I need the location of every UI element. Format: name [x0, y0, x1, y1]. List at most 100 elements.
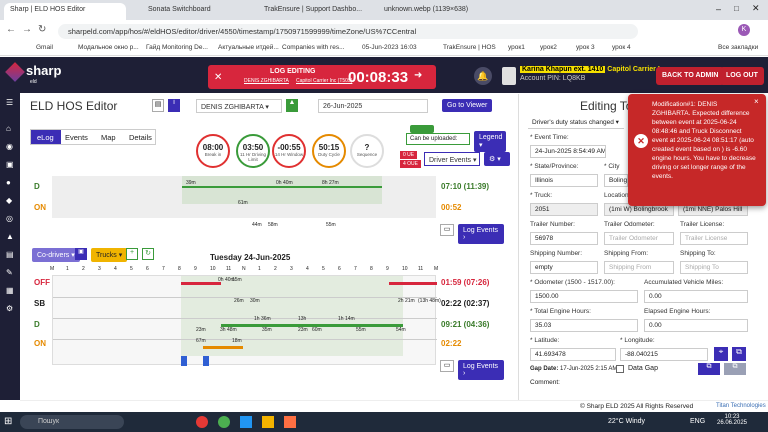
engine-hours-input[interactable]: 35.03	[530, 319, 638, 332]
bookmark-item[interactable]: Gmail	[36, 44, 53, 51]
bookmark-item[interactable]: Гайд Monitoring De...	[146, 44, 208, 51]
comment-icon[interactable]: ▭	[440, 360, 454, 372]
comment-icon[interactable]: ▭	[440, 224, 454, 236]
close-icon[interactable]: ×	[754, 97, 759, 106]
legend-button[interactable]: Legend ▾	[474, 131, 506, 152]
bell-icon[interactable]: 🔔	[474, 67, 492, 85]
bookmark-item[interactable]: 05-Jun-2023 16:03	[362, 44, 417, 51]
wrench-icon[interactable]: ✎	[6, 269, 14, 277]
longitude-input[interactable]: -88.040215	[620, 348, 708, 361]
document-icon[interactable]: ▤	[6, 251, 14, 259]
info-icon[interactable]: i	[168, 99, 180, 112]
tab-trakensure[interactable]: TrakEnsure | Support Dashbo...	[258, 3, 370, 20]
forward-icon[interactable]: →	[22, 24, 32, 35]
trailer-license-input[interactable]: Trailer License	[680, 232, 748, 245]
chrome-icon[interactable]	[218, 416, 230, 428]
forward-icon[interactable]: ➜	[414, 70, 422, 81]
location-icon[interactable]: ◎	[6, 215, 14, 223]
hour-tick: N	[242, 266, 246, 272]
user-icon[interactable]: ●	[6, 179, 14, 187]
tab-unknown-webp[interactable]: unknown.webp (1139×638)	[378, 3, 490, 20]
close-icon[interactable]: ✕	[214, 72, 222, 83]
state-select[interactable]: Illinois	[530, 174, 598, 187]
bookmark-item[interactable]: TrakEnsure | HOS	[443, 44, 496, 51]
reload-icon[interactable]: ↻	[38, 24, 46, 35]
location-pin-icon[interactable]: ⌖	[714, 347, 728, 361]
log-events-button-top[interactable]: Log Events ›	[458, 224, 504, 244]
document-icon[interactable]: ▤	[152, 99, 164, 112]
bookmark-item[interactable]: урок 4	[612, 44, 631, 51]
home-icon[interactable]: ⌂	[6, 125, 14, 133]
bookmark-item[interactable]: Актуальные итдей...	[218, 44, 279, 51]
shipping-from-input[interactable]: Shipping From	[604, 261, 674, 274]
user-icon[interactable]	[502, 67, 516, 85]
logout-button[interactable]: LOG OUT	[720, 67, 764, 85]
close-window-icon[interactable]: ✕	[752, 3, 760, 14]
chrome-icon[interactable]	[196, 416, 208, 428]
add-icon[interactable]: +	[126, 248, 138, 260]
user-icon[interactable]: ▲	[286, 99, 298, 112]
url-input[interactable]: sharpeld.com/app/hos/#/eldHOS/editor/dri…	[58, 24, 638, 39]
elapsed-hours-input[interactable]: 0.00	[644, 319, 748, 332]
tab-map[interactable]: Map	[101, 133, 116, 142]
minimize-icon[interactable]: –	[716, 4, 721, 14]
event-marker[interactable]	[203, 356, 209, 366]
driver-select[interactable]: DENIS ZGHIBARTA ▾	[196, 99, 282, 113]
settings-icon[interactable]: ⚙	[6, 305, 14, 313]
truck-icon[interactable]: ▣	[75, 248, 87, 260]
alert-icon[interactable]: ▲	[6, 233, 14, 241]
tab-details[interactable]: Details	[129, 133, 152, 142]
maximize-icon[interactable]: □	[734, 4, 739, 13]
search-input[interactable]: Пошук	[20, 415, 124, 429]
bookmark-item[interactable]: Модальное окно р...	[78, 44, 139, 51]
go-to-viewer-button[interactable]: Go to Viewer	[442, 99, 493, 112]
event-marker[interactable]	[181, 356, 187, 366]
odometer-input[interactable]: 1500.00	[530, 290, 638, 303]
tab-events[interactable]: Events	[65, 133, 88, 142]
driver-events-select[interactable]: Driver Events ▾	[424, 152, 480, 166]
copy-icon[interactable]: ⧉	[698, 363, 720, 375]
grid-icon[interactable]: ▦	[6, 287, 14, 295]
tab-label: TrakEnsure | Support Dashbo...	[264, 6, 363, 13]
bookmark-item[interactable]: урок1	[508, 44, 525, 51]
truck-icon[interactable]: ▣	[6, 161, 14, 169]
windows-icon[interactable]: ⊞	[4, 416, 12, 427]
trucks-select[interactable]: Trucks ▾	[91, 248, 128, 262]
paste-icon[interactable]: ⧉	[724, 363, 746, 375]
copy-icon[interactable]: ⧉	[732, 347, 746, 361]
hour-tick: 7	[162, 266, 165, 272]
app-icon[interactable]	[240, 416, 252, 428]
globe-icon[interactable]: ◉	[6, 143, 14, 151]
trailer-odometer-input[interactable]: Trailer Odometer	[604, 232, 674, 245]
event-time-input[interactable]: 24-Jun-2025 8:54:49 AM	[530, 145, 606, 158]
truck-select[interactable]: 2051	[530, 203, 598, 216]
driving-limit-gauge: 03:50 11 Hr Driving Limit	[236, 134, 270, 168]
app-icon[interactable]	[284, 416, 296, 428]
trailer-number-input[interactable]: 56978	[530, 232, 598, 245]
city-input[interactable]: Boling	[604, 174, 628, 187]
bookmark-item[interactable]: урок2	[540, 44, 557, 51]
tab-sharp[interactable]: Sharp | ELD HOS Editor	[4, 3, 126, 20]
log-events-button[interactable]: Log Events ›	[458, 360, 504, 380]
data-gap-checkbox[interactable]	[616, 365, 624, 373]
bookmark-item[interactable]: Все закладки	[718, 44, 758, 51]
bookmark-item[interactable]: Companies with res...	[282, 44, 345, 51]
map-icon[interactable]: ◆	[6, 197, 14, 205]
back-to-admin-button[interactable]: BACK TO ADMIN	[656, 67, 725, 85]
back-icon[interactable]: ←	[6, 24, 16, 35]
date-input[interactable]: 26-Jun-2025	[318, 99, 428, 113]
event-type-select[interactable]: Driver's duty status changed ▾	[528, 116, 624, 129]
menu-icon[interactable]: ☰	[6, 99, 14, 107]
tab-sonata[interactable]: Sonata Switchboard	[142, 3, 252, 20]
settings-button[interactable]: ⚙ ▾	[484, 152, 510, 166]
refresh-icon[interactable]: ↻	[142, 248, 154, 260]
tab-elog[interactable]: eLog	[31, 130, 61, 144]
folder-icon[interactable]	[262, 416, 274, 428]
bookmark-item[interactable]: урок 3	[576, 44, 595, 51]
co-drivers-select[interactable]: Co-drivers ▾	[32, 248, 80, 262]
profile-avatar[interactable]: K	[738, 24, 750, 36]
acc-miles-input[interactable]: 0.00	[644, 290, 748, 303]
latitude-input[interactable]: 41.693478	[530, 348, 616, 361]
shipping-number-input[interactable]: empty	[530, 261, 598, 274]
shipping-to-input[interactable]: Shipping To	[680, 261, 748, 274]
